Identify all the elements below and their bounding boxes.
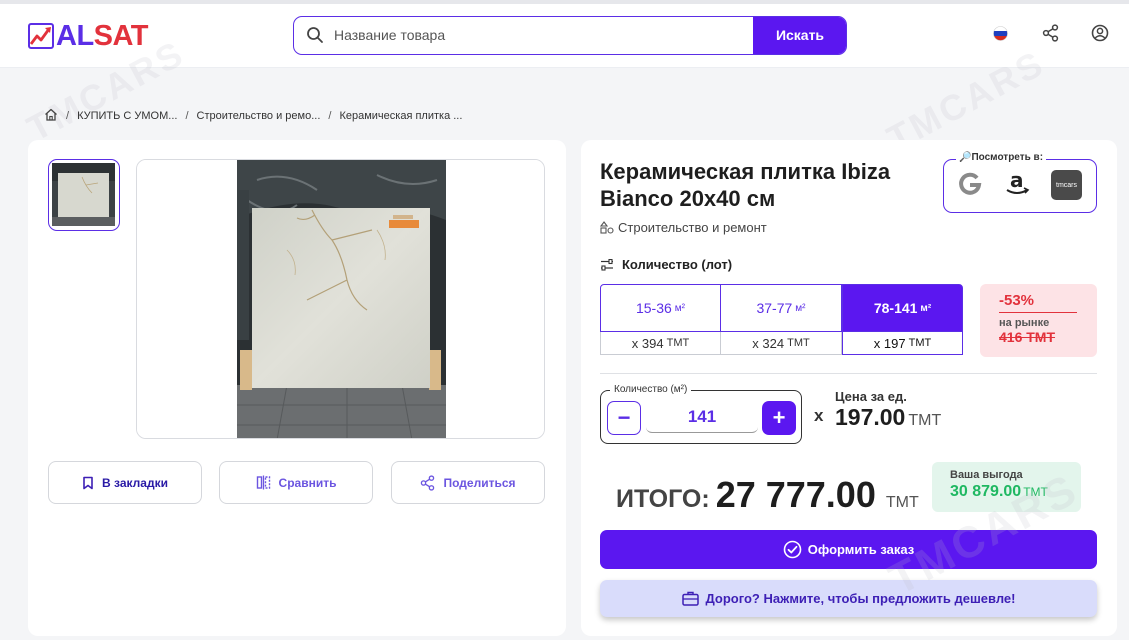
category-label: Строительство и ремонт [618, 220, 767, 235]
offer-lower-price-button[interactable]: Дорого? Нажмите, чтобы предложить дешевл… [600, 580, 1097, 617]
unit-price: 197.00 ТМТ [835, 404, 942, 430]
logo-text: ALSAT [56, 20, 149, 52]
compare-button[interactable]: Сравнить [219, 461, 373, 504]
breadcrumb-separator: / [66, 110, 70, 122]
search-button[interactable]: Искать [753, 17, 846, 54]
saving-badge: Ваша выгода 30 879.00 ТМТ [932, 462, 1081, 512]
discount-divider [999, 312, 1077, 313]
breadcrumb-item[interactable]: Керамическая плитка ... [339, 110, 462, 122]
logo-chart-icon [28, 23, 54, 49]
saving-value: 30 879.00 ТМТ [950, 483, 1048, 500]
product-thumbnail[interactable] [48, 159, 120, 231]
market-old-price: 416 ТМТ [999, 329, 1056, 345]
bookmark-button[interactable]: В закладки [48, 461, 202, 504]
compare-icon [256, 475, 270, 490]
site-header: ALSAT Искать [0, 4, 1129, 68]
filter-sliders-icon [601, 258, 613, 271]
quantity-lot-label: Количество (лот) [600, 257, 732, 272]
decrement-button[interactable]: − [607, 401, 641, 435]
quantity-tiers: 15-36 м² x 394 ТМТ 37-77 м² x 324 ТМТ 78-141… [600, 284, 963, 356]
tile-photo [237, 160, 446, 438]
tier-range: 37-77 м² [721, 284, 842, 332]
total-value: 27 777.00 [715, 474, 876, 515]
bookmark-label: В закладки [102, 475, 168, 490]
ru-flag-icon[interactable] [993, 26, 1008, 46]
section-divider [600, 373, 1097, 374]
product-title: Керамическая плитка Ibiza Bianco 20x40 с… [600, 159, 891, 211]
breadcrumb-item[interactable]: КУПИТЬ С УМОМ... [77, 110, 177, 122]
tier-option[interactable]: 15-36 м² x 394 ТМТ [600, 284, 721, 356]
google-icon[interactable] [957, 171, 983, 202]
breadcrumb-separator: / [185, 110, 189, 122]
place-order-button[interactable]: Оформить заказ [600, 530, 1097, 569]
share-button[interactable]: Поделиться [391, 461, 545, 504]
compare-label: Сравнить [278, 475, 337, 490]
bookmark-icon [83, 476, 93, 489]
search-bar: Искать [293, 16, 847, 55]
search-input[interactable] [334, 17, 754, 53]
home-icon[interactable] [44, 108, 58, 124]
saving-label: Ваша выгода [950, 469, 1023, 481]
gallery-card: В закладки Сравнить Поделиться [28, 140, 566, 636]
lookup-panel: 🔎Посмотреть в: a tmcars [943, 152, 1097, 213]
multiply-sign: x [814, 406, 824, 425]
tier-price: x 197 ТМТ [842, 332, 963, 355]
lookup-label: 🔎Посмотреть в: [956, 152, 1047, 163]
tier-price: x 324 ТМТ [721, 332, 842, 355]
share-icon [421, 474, 435, 491]
share-label: Поделиться [443, 475, 516, 490]
svg-text:a: a [1010, 168, 1024, 192]
product-main-image[interactable] [136, 159, 545, 439]
amazon-icon[interactable]: a [1002, 168, 1032, 203]
unit-price-label: Цена за ед. [835, 389, 907, 404]
breadcrumb-item[interactable]: Строительство и ремо... [197, 110, 321, 122]
briefcase-icon [681, 591, 699, 606]
share-icon[interactable] [1042, 24, 1059, 47]
quantity-input[interactable] [646, 401, 758, 433]
stepper-label: Количество (м²) [610, 384, 692, 395]
category-shapes-icon [600, 221, 614, 234]
total-currency: ТМТ [885, 494, 919, 511]
tier-option-selected[interactable]: 78-141 м² x 197 ТМТ [842, 284, 963, 356]
order-total: ИТОГО: 27 777.00 ТМТ [616, 474, 919, 516]
tier-range: 78-141 м² [842, 284, 963, 332]
user-circle-icon[interactable] [1091, 24, 1109, 47]
tmcars-icon[interactable]: tmcars [1051, 170, 1082, 200]
tier-option[interactable]: 37-77 м² x 324 ТМТ [721, 284, 842, 356]
tier-price: x 394 ТМТ [600, 332, 721, 355]
discount-badge: -53% на рынке 416 ТМТ [980, 284, 1097, 357]
place-order-label: Оформить заказ [807, 542, 915, 557]
logo[interactable]: ALSAT [28, 20, 149, 52]
discount-percent: -53% [999, 292, 1035, 309]
market-label: на рынке [999, 317, 1050, 329]
product-details-card: Керамическая плитка Ibiza Bianco 20x40 с… [581, 140, 1117, 636]
product-category[interactable]: Строительство и ремонт [600, 220, 767, 235]
tier-range: 15-36 м² [600, 284, 721, 332]
quantity-stepper: Количество (м²) − + [600, 384, 802, 444]
total-label: ИТОГО: [616, 485, 710, 513]
search-icon [306, 26, 324, 49]
offer-lower-price-label: Дорого? Нажмите, чтобы предложить дешевл… [705, 591, 1016, 606]
breadcrumb-separator: / [328, 110, 332, 122]
check-circle-icon [783, 540, 802, 559]
breadcrumb: / КУПИТЬ С УМОМ... / Строительство и рем… [44, 107, 462, 125]
increment-button[interactable]: + [762, 401, 796, 435]
